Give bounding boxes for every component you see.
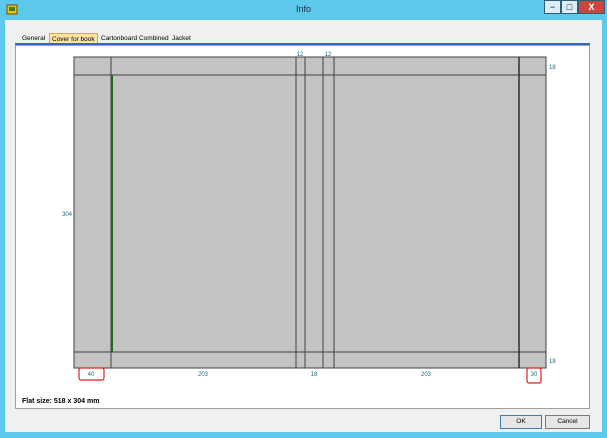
bottom-label-spine: 18 [311,372,318,378]
flat-size-label: Flat size: 518 x 304 mm [22,398,100,405]
height-label: 304 [62,212,73,218]
bottom-label-front: 203 [198,372,209,378]
right-label-top: 18 [549,65,556,71]
cancel-button[interactable]: Cancel [545,415,590,429]
bottom-label-left: 40 [88,372,95,378]
cover-board [73,56,547,369]
cover-diagram: 12 12 18 18 304 40 203 18 203 30 [62,52,556,384]
top-label-1: 12 [297,52,304,58]
bottom-label-right: 30 [531,372,538,378]
right-label-bottom: 18 [549,359,556,365]
top-label-2: 12 [325,52,332,58]
bottom-label-back: 203 [421,372,432,378]
ok-button[interactable]: OK [500,415,542,429]
